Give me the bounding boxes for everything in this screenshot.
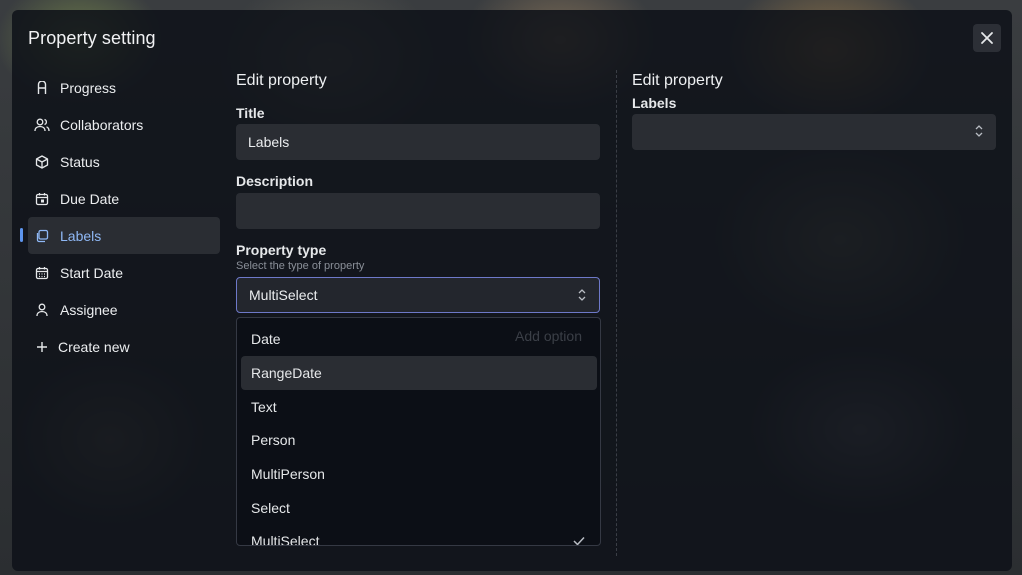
calendar-icon [34,191,50,207]
edit-property-panel: Edit property Title Labels Description P… [236,70,600,313]
dropdown-option-person[interactable]: Person [241,423,597,457]
sidebar-item-collaborators[interactable]: Collaborators [28,106,220,143]
property-type-value: MultiSelect [249,287,318,303]
sidebar: Progress Collaborators Status Due Date L… [20,69,220,365]
sidebar-item-label: Due Date [60,190,120,207]
property-type-dropdown: Add option Date RangeDate Text Person Mu… [236,317,601,546]
cube-icon [34,154,50,170]
title-input[interactable]: Labels [236,124,600,160]
users-icon [34,117,50,133]
modal-title: Property setting [28,28,156,48]
dropdown-option-multiselect[interactable]: MultiSelect [241,524,597,546]
dropdown-option-select[interactable]: Select [241,491,597,525]
copy-icon [34,228,50,244]
user-icon [34,302,50,318]
description-input[interactable] [236,193,600,229]
chevron-up-down-icon [578,289,586,301]
sidebar-item-start-date[interactable]: Start Date [28,254,220,291]
sidebar-item-label: Labels [60,227,102,244]
create-new-button[interactable]: Create new [28,328,220,365]
dropdown-option-text[interactable]: Text [241,390,597,424]
labels-select[interactable] [632,114,996,150]
property-type-select[interactable]: MultiSelect [236,277,600,313]
calendar-grid-icon [34,265,50,281]
property-setting-modal: Property setting Progress Collaborators … [12,10,1012,571]
close-icon [981,32,993,44]
dropdown-option-label: MultiSelect [251,533,320,546]
sidebar-item-label: Assignee [60,301,118,318]
dropdown-option-date[interactable]: Date [241,322,597,356]
dropdown-option-multiperson[interactable]: MultiPerson [241,457,597,491]
sidebar-item-label: Collaborators [60,116,144,133]
description-label: Description [236,173,314,189]
property-type-label: Property type [236,242,327,258]
plus-icon [34,339,50,355]
panel-divider [616,70,617,556]
progress-icon [34,80,50,96]
panel-heading: Edit property [236,72,327,89]
close-button[interactable] [973,24,1001,52]
sidebar-item-label: Start Date [60,264,124,281]
sidebar-item-assignee[interactable]: Assignee [28,291,220,328]
create-new-label: Create new [58,338,130,355]
sidebar-item-label: Progress [60,79,117,96]
sidebar-item-progress[interactable]: Progress [28,69,220,106]
dropdown-option-rangedate[interactable]: RangeDate [241,356,597,390]
sidebar-item-due-date[interactable]: Due Date [28,180,220,217]
sidebar-item-labels[interactable]: Labels [20,217,220,254]
panel-heading: Edit property [632,72,723,89]
preview-panel: Edit property Labels [632,70,996,150]
labels-field-label: Labels [632,95,677,111]
sidebar-item-status[interactable]: Status [28,143,220,180]
title-label: Title [236,105,265,121]
property-type-helper: Select the type of property [236,260,365,272]
checkmark-icon [573,536,585,545]
chevron-up-down-icon [975,125,983,137]
sidebar-item-label: Status [60,153,100,170]
